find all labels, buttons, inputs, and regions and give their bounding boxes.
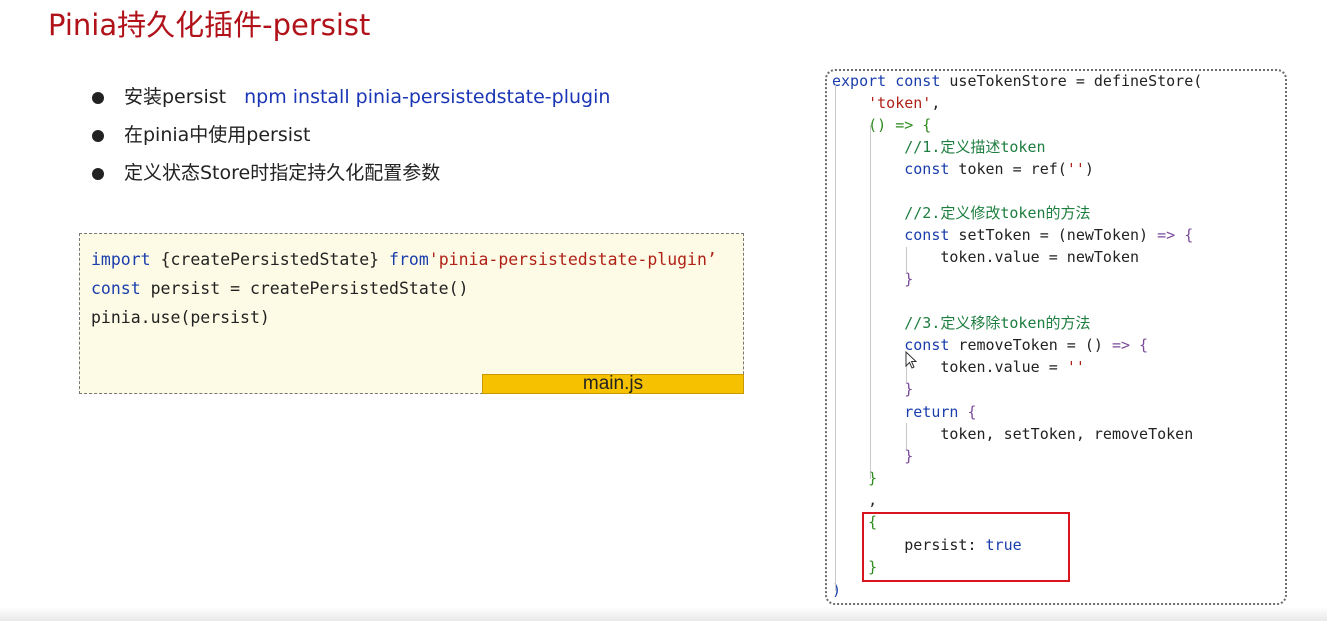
code-line: ) <box>832 580 841 600</box>
code-token: , <box>832 491 878 509</box>
code-token: pinia.use(persist) <box>91 308 270 327</box>
code-token: token = ref( <box>949 160 1067 178</box>
code-line: const persist = createPersistedState() <box>91 274 743 303</box>
code-line: const setToken = (newToken) => { <box>832 225 1193 245</box>
code-token: const <box>91 279 141 298</box>
code-line: pinia.use(persist) <box>91 303 743 332</box>
bottom-shade <box>0 607 1327 621</box>
code-token: 'pinia-persistedstate-plugin’ <box>428 250 717 269</box>
code-token: => { <box>1111 336 1149 354</box>
persist-highlight-box <box>862 512 1070 582</box>
code-token: ) <box>832 581 842 599</box>
code-token: const <box>895 72 941 90</box>
code-token: //1.定义描述token <box>904 138 1046 156</box>
code-token: } <box>904 447 914 465</box>
code-token: token.value = newToken <box>832 248 1140 266</box>
code-token: removeToken = () <box>949 336 1112 354</box>
indent-guide <box>906 423 907 449</box>
code-line: //1.定义描述token <box>832 137 1046 157</box>
main-js-lines: import {createPersistedState} from'pinia… <box>91 245 743 332</box>
code-token: //2.定义修改token的方法 <box>904 204 1091 222</box>
bullet-text: 安装persist <box>124 86 227 108</box>
code-line: const removeToken = () => { <box>832 335 1148 355</box>
code-token: return <box>904 403 959 421</box>
code-token: => { <box>1157 226 1194 244</box>
code-token: '' <box>1066 358 1085 376</box>
bullet-item-config: 定义状态Store时指定持久化配置参数 <box>88 158 610 196</box>
code-line: const token = ref('') <box>832 159 1094 179</box>
code-line: return { <box>832 402 977 422</box>
code-line: export const useTokenStore = defineStore… <box>832 71 1202 91</box>
code-token: {createPersistedState} <box>150 250 390 269</box>
code-token: , <box>931 94 941 112</box>
code-token: from <box>389 250 429 269</box>
code-line: () => { <box>832 115 931 135</box>
bullet-item-install: 安装persist npm install pinia-persistedstat… <box>88 82 610 120</box>
code-token: () => { <box>868 116 932 134</box>
bullet-text: 在pinia中使用persist <box>124 124 311 146</box>
indent-guide <box>906 247 907 273</box>
code-line: token, setToken, removeToken <box>832 424 1193 444</box>
code-token: persist = createPersistedState() <box>140 279 469 298</box>
code-token: ) <box>1084 160 1094 178</box>
code-token: const <box>904 160 950 178</box>
bullet-list: 安装persist npm install pinia-persistedstat… <box>88 82 610 196</box>
code-token: '' <box>1066 160 1085 178</box>
code-token: const <box>904 226 950 244</box>
code-token: { <box>958 403 977 421</box>
indent-guide <box>835 85 836 591</box>
store-code-block: export const useTokenStore = defineStore… <box>825 69 1287 605</box>
code-line: } <box>832 269 913 289</box>
install-command: npm install pinia-persistedstate-plugin <box>244 86 611 108</box>
code-token: import <box>91 250 151 269</box>
bullet-item-use: 在pinia中使用persist <box>88 120 610 158</box>
bullet-text: 定义状态Store时指定持久化配置参数 <box>124 162 441 184</box>
code-line: import {createPersistedState} from'pinia… <box>91 245 743 274</box>
code-line: token.value = newToken <box>832 247 1139 267</box>
code-token: export <box>832 72 887 90</box>
code-token: useTokenStore = defineStore( <box>940 72 1203 90</box>
slide-title: Pinia持久化插件-persist <box>48 8 371 42</box>
indent-guide <box>870 125 871 479</box>
main-js-tab: main.js <box>482 374 744 394</box>
code-token: token.value = <box>832 358 1067 376</box>
code-token: setToken = (newToken) <box>949 226 1158 244</box>
code-line: } <box>832 446 913 466</box>
code-line: 'token', <box>832 93 940 113</box>
code-token: //3.定义移除token的方法 <box>904 314 1091 332</box>
code-line: , <box>832 490 877 510</box>
code-token: 'token' <box>868 94 932 112</box>
mouse-cursor-icon <box>905 351 917 369</box>
code-token: token, setToken, removeToken <box>832 425 1194 443</box>
code-line: } <box>832 379 913 399</box>
main-js-code-block: import {createPersistedState} from'pinia… <box>79 233 744 394</box>
